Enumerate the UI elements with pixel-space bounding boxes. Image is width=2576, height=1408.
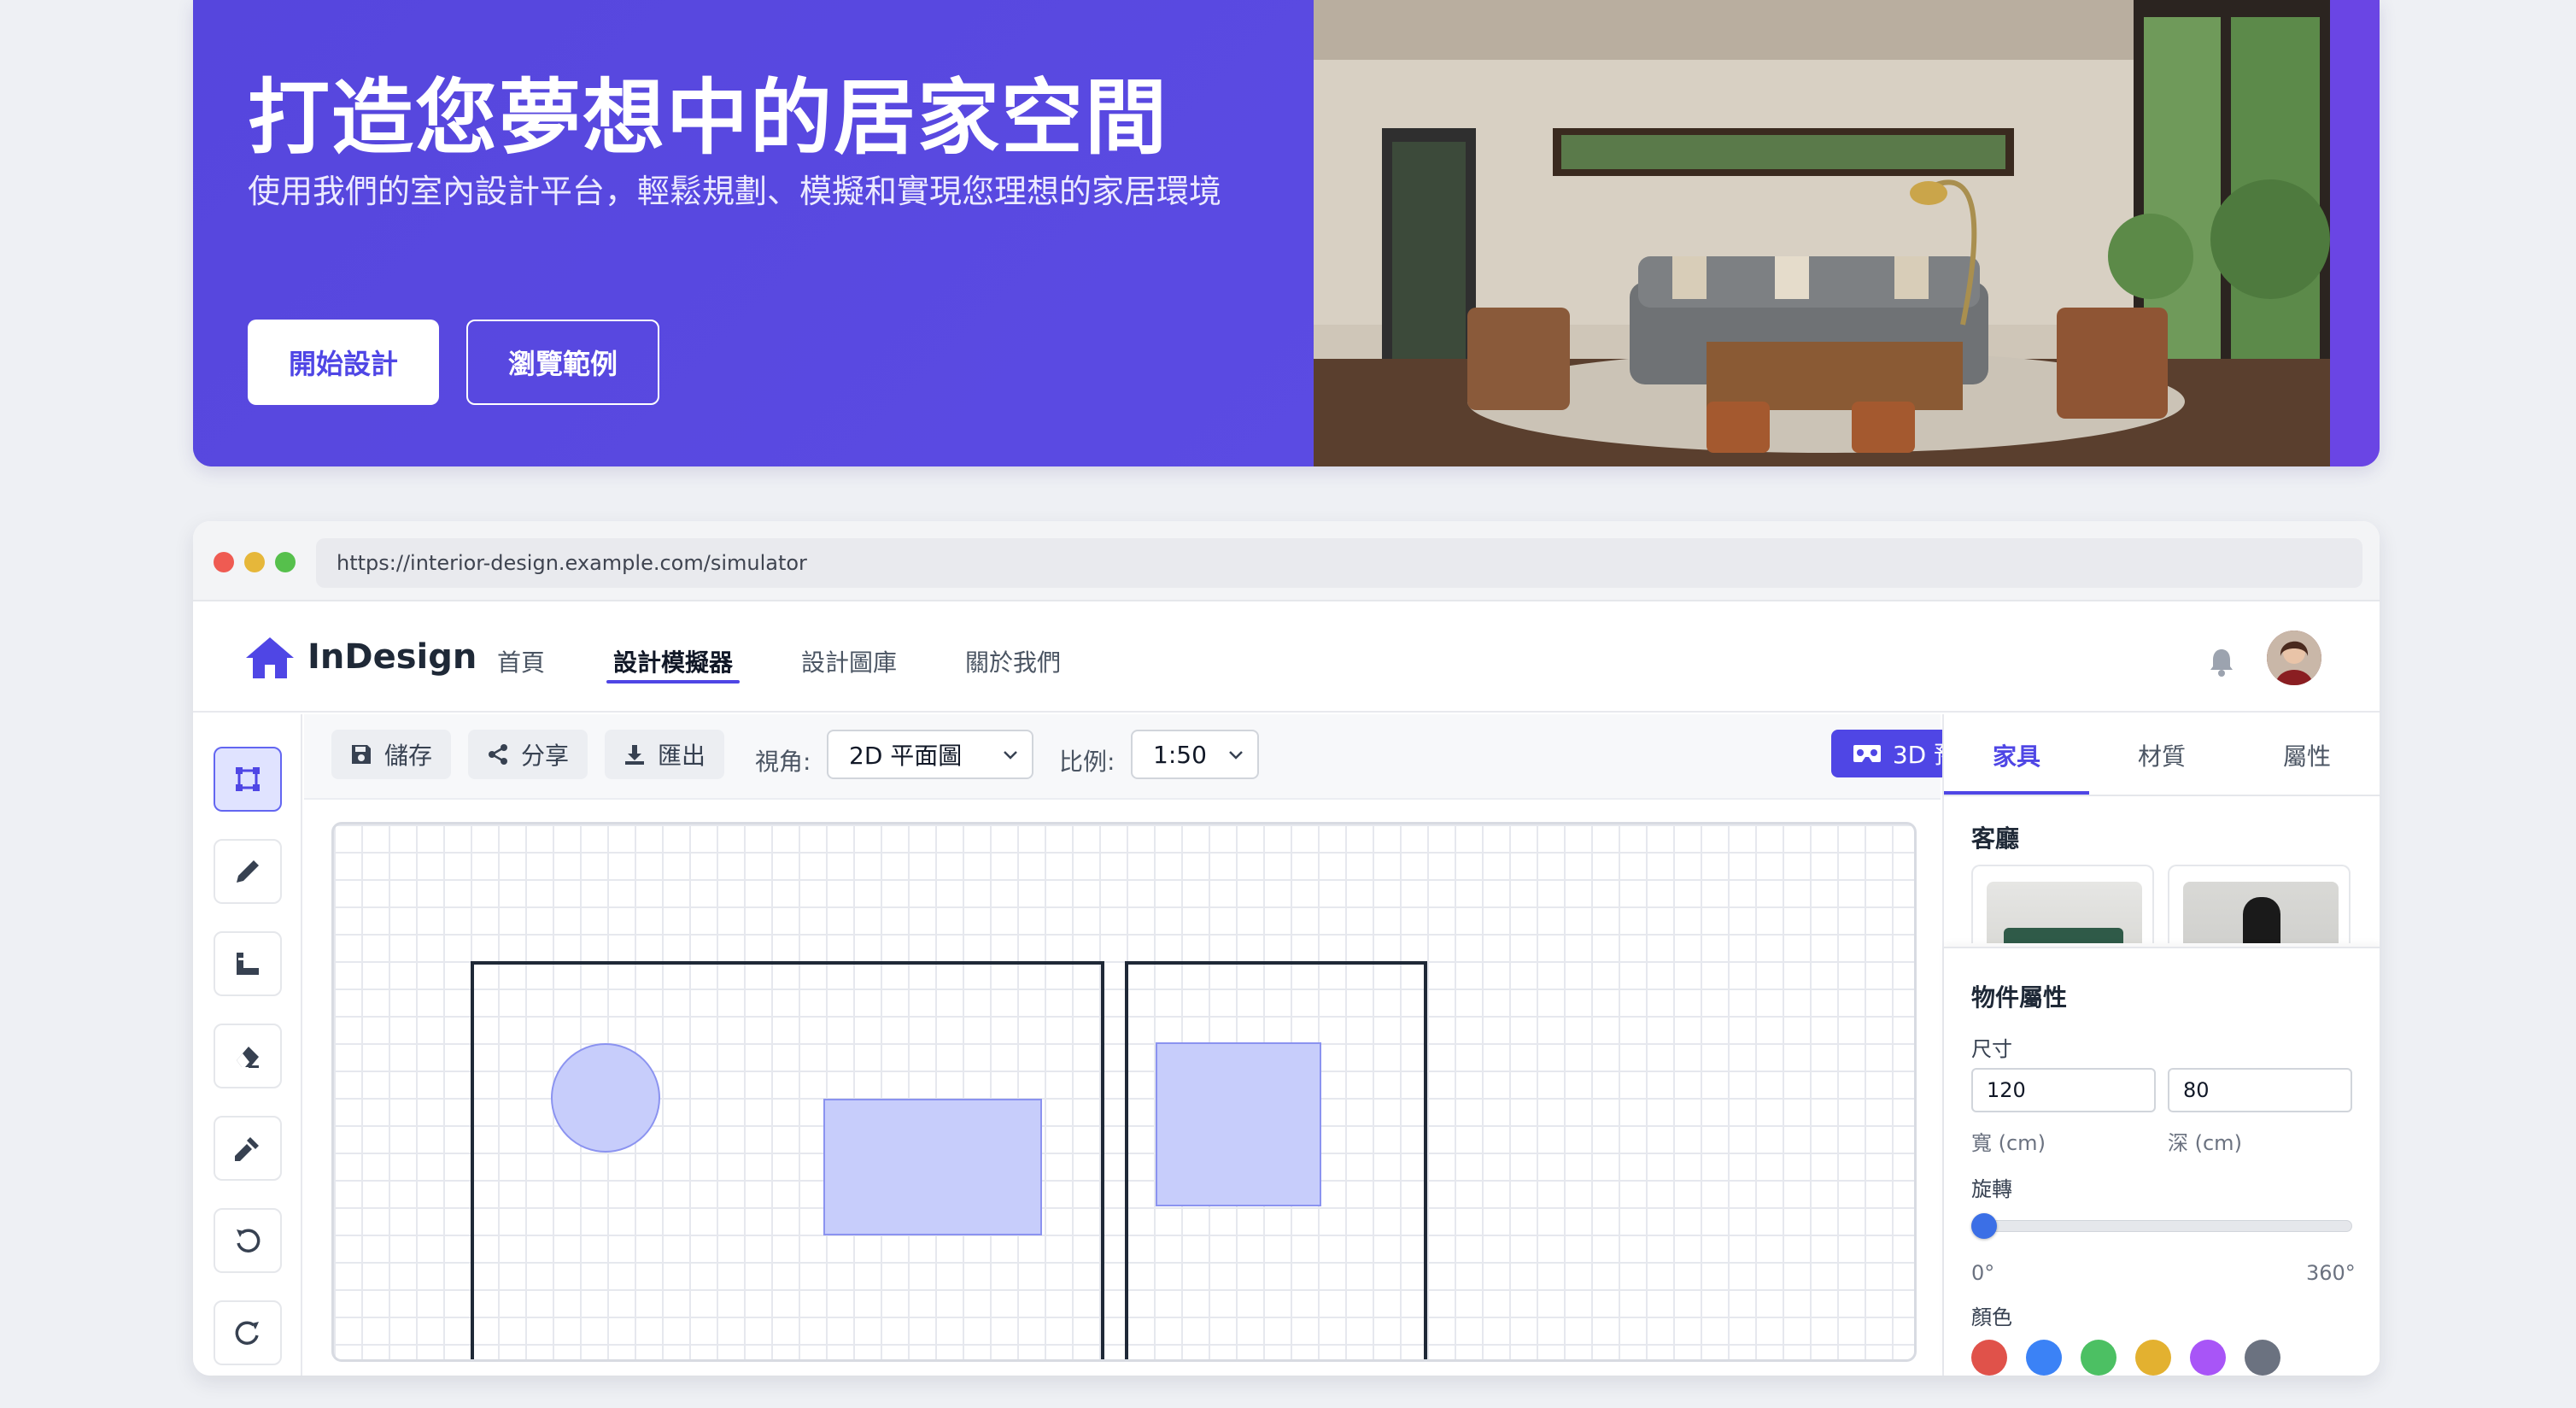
scale-select[interactable]: 1:50 bbox=[1131, 730, 1259, 779]
rotation-max-label: 360° bbox=[2306, 1261, 2356, 1285]
furniture-thumb-sofa[interactable] bbox=[1971, 865, 2154, 943]
tool-eraser[interactable] bbox=[214, 1024, 282, 1088]
tool-undo[interactable] bbox=[214, 1208, 282, 1273]
color-swatch[interactable] bbox=[2135, 1340, 2171, 1376]
living-room-photo bbox=[1314, 0, 2330, 466]
save-button[interactable]: 儲存 bbox=[331, 730, 452, 779]
hero-text-panel: 打造您夢想中的居家空間 使用我們的室內設計平台，輕鬆規劃、模擬和實現您理想的家居… bbox=[193, 0, 1314, 466]
browser-window: https://interior-design.example.com/simu… bbox=[193, 521, 2380, 1376]
floor-plan-canvas[interactable] bbox=[331, 822, 1917, 1362]
start-design-button[interactable]: 開始設計 bbox=[248, 320, 439, 405]
scale-label: 比例: bbox=[1059, 748, 1115, 776]
nav-item-about[interactable]: 關於我們 bbox=[965, 644, 1061, 678]
browser-chrome: https://interior-design.example.com/simu… bbox=[193, 521, 2380, 601]
rotation-min-label: 0° bbox=[1971, 1261, 1995, 1285]
color-swatch[interactable] bbox=[2026, 1340, 2062, 1376]
minimize-window-dot[interactable] bbox=[244, 552, 265, 572]
hero-subtitle: 使用我們的室內設計平台，輕鬆規劃、模擬和實現您理想的家居環境 bbox=[248, 173, 1222, 210]
view-select-value: 2D 平面圖 bbox=[849, 742, 963, 770]
tool-ruler[interactable] bbox=[214, 931, 282, 996]
color-label: 顏色 bbox=[1971, 1305, 2012, 1329]
chevron-down-icon bbox=[1004, 751, 1017, 760]
width-input[interactable]: 120 bbox=[1971, 1068, 2156, 1112]
color-swatch[interactable] bbox=[2081, 1340, 2116, 1376]
nav-item-gallery[interactable]: 設計圖庫 bbox=[801, 644, 897, 678]
chevron-down-icon bbox=[1229, 751, 1243, 760]
browse-examples-button[interactable]: 瀏覽範例 bbox=[466, 320, 659, 405]
rotation-label: 旋轉 bbox=[1971, 1177, 2012, 1201]
sofa-rectangle bbox=[823, 1099, 1042, 1235]
nav-item-simulator[interactable]: 設計模擬器 bbox=[613, 644, 733, 678]
category-title: 客廳 bbox=[1971, 824, 2020, 853]
save-label: 儲存 bbox=[384, 742, 433, 770]
undo-icon bbox=[237, 1229, 261, 1253]
nav-item-home[interactable]: 首頁 bbox=[497, 644, 545, 678]
tab-active-indicator bbox=[1944, 791, 2089, 795]
eyedropper-icon bbox=[235, 1137, 259, 1161]
hero-edge-strip bbox=[2330, 0, 2380, 466]
color-swatch[interactable] bbox=[1971, 1340, 2007, 1376]
depth-unit-label: 深 (cm) bbox=[2168, 1131, 2242, 1155]
hero-banner: 打造您夢想中的居家空間 使用我們的室內設計平台，輕鬆規劃、模擬和實現您理想的家居… bbox=[193, 0, 2380, 466]
export-button[interactable]: 匯出 bbox=[605, 730, 725, 779]
address-bar[interactable]: https://interior-design.example.com/simu… bbox=[316, 538, 2362, 588]
eraser-icon bbox=[237, 1047, 259, 1068]
pencil-icon bbox=[237, 860, 259, 883]
object-properties: 物件屬性 尺寸 120 80 寬 (cm) 深 (cm) 旋轉 0° 360° … bbox=[1944, 947, 2380, 1376]
size-label: 尺寸 bbox=[1971, 1037, 2012, 1061]
bell-icon[interactable] bbox=[2209, 648, 2234, 677]
color-swatch[interactable] bbox=[2245, 1340, 2280, 1376]
save-icon bbox=[352, 745, 371, 764]
redo-icon bbox=[235, 1321, 259, 1345]
depth-input[interactable]: 80 bbox=[2168, 1068, 2352, 1112]
tab-properties[interactable]: 屬性 bbox=[2234, 738, 2380, 772]
tool-redo[interactable] bbox=[214, 1300, 282, 1365]
rotation-slider-thumb[interactable] bbox=[1971, 1213, 1997, 1239]
width-unit-label: 寬 (cm) bbox=[1971, 1131, 2046, 1155]
view-select[interactable]: 2D 平面圖 bbox=[827, 730, 1033, 779]
tab-materials[interactable]: 材質 bbox=[2089, 738, 2234, 772]
user-avatar[interactable] bbox=[2267, 631, 2321, 685]
cabinet-square bbox=[1156, 1042, 1321, 1206]
home-icon bbox=[246, 637, 294, 678]
scale-select-value: 1:50 bbox=[1153, 740, 1207, 769]
properties-panel: 家具 材質 屬性 客廳 物件屬性 尺寸 120 80 寬 (cm) 深 (cm)… bbox=[1942, 714, 2380, 1376]
hero-title: 打造您夢想中的居家空間 bbox=[248, 70, 1168, 166]
vr-headset-icon bbox=[1853, 745, 1881, 762]
tool-pencil[interactable] bbox=[214, 839, 282, 904]
color-swatches bbox=[1971, 1340, 2347, 1376]
tool-eyedropper[interactable] bbox=[214, 1116, 282, 1181]
view-label: 視角: bbox=[755, 748, 811, 776]
share-button[interactable]: 分享 bbox=[468, 730, 588, 779]
ruler-icon bbox=[237, 953, 259, 975]
tool-select[interactable] bbox=[214, 747, 282, 812]
share-label: 分享 bbox=[521, 742, 570, 770]
export-label: 匯出 bbox=[658, 742, 706, 770]
close-window-dot[interactable] bbox=[214, 552, 234, 572]
select-icon bbox=[236, 767, 260, 791]
share-icon bbox=[489, 744, 507, 765]
furniture-thumb-chair[interactable] bbox=[2168, 865, 2351, 943]
props-title: 物件屬性 bbox=[1971, 983, 2068, 1012]
color-swatch[interactable] bbox=[2190, 1340, 2226, 1376]
rotation-slider[interactable] bbox=[1971, 1220, 2352, 1232]
editor-toolbar: 儲存 分享 匯出 視角: 2D 平面圖 比例: 1:50 3D 預覽 bbox=[304, 714, 2002, 800]
top-navigation: InDesign 首頁 設計模擬器 設計圖庫 關於我們 bbox=[193, 601, 2380, 713]
tab-furniture[interactable]: 家具 bbox=[1944, 738, 2089, 772]
round-table bbox=[551, 1043, 660, 1153]
brand-name[interactable]: InDesign bbox=[307, 637, 477, 677]
drawing-tools bbox=[193, 714, 302, 1376]
panel-tabs: 家具 材質 屬性 bbox=[1944, 714, 2380, 796]
download-icon bbox=[625, 745, 644, 765]
maximize-window-dot[interactable] bbox=[275, 552, 296, 572]
nav-active-indicator bbox=[606, 680, 740, 683]
